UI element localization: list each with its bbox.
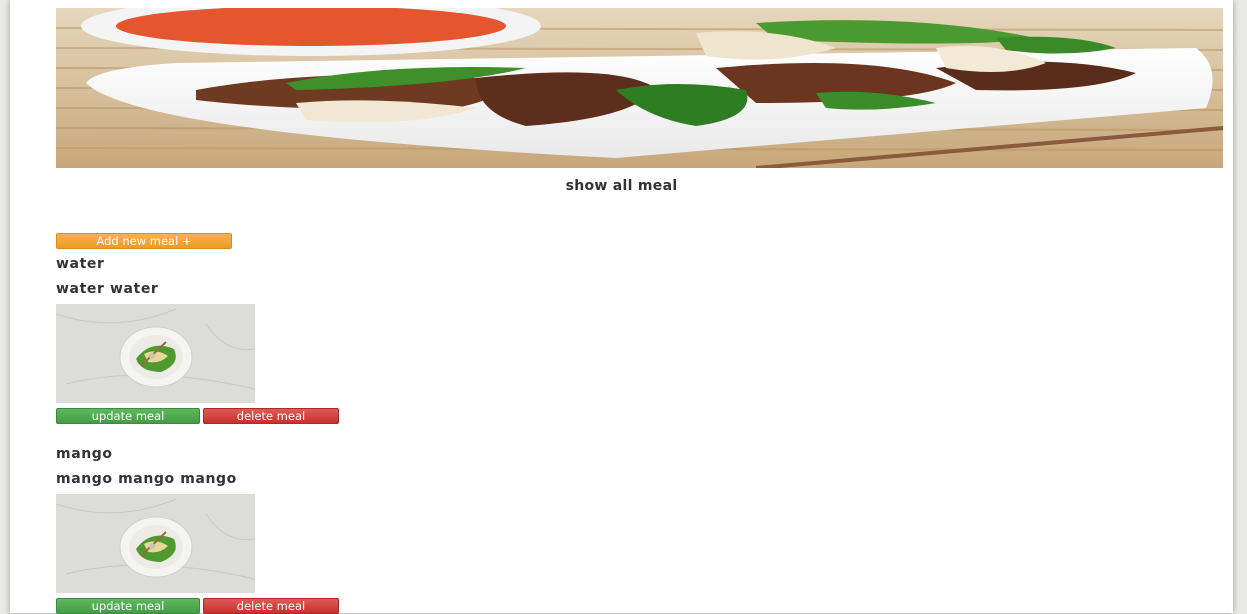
meal-image: [56, 304, 255, 403]
delete-meal-button[interactable]: delete meal: [203, 408, 339, 424]
meal-name: water: [56, 256, 105, 272]
meal-description: water water: [56, 281, 159, 297]
delete-meal-button[interactable]: delete meal: [203, 598, 339, 614]
meal-description: mango mango mango: [56, 471, 237, 487]
add-meal-button[interactable]: Add new meal +: [56, 233, 232, 249]
meal-actions: update meal delete meal: [56, 598, 376, 614]
meal-card: water water water update meal delete mea…: [56, 254, 376, 424]
meal-card: mango mango mango mango update meal dele…: [56, 444, 376, 614]
meal-image: [56, 494, 255, 593]
page-frame: show all meal Add new meal + water water…: [10, 0, 1233, 614]
page-title: show all meal: [565, 178, 678, 194]
update-meal-button[interactable]: update meal: [56, 598, 200, 614]
meal-name: mango: [56, 446, 113, 462]
update-meal-button[interactable]: update meal: [56, 408, 200, 424]
hero-banner-image: [56, 8, 1223, 168]
meal-actions: update meal delete meal: [56, 408, 376, 424]
